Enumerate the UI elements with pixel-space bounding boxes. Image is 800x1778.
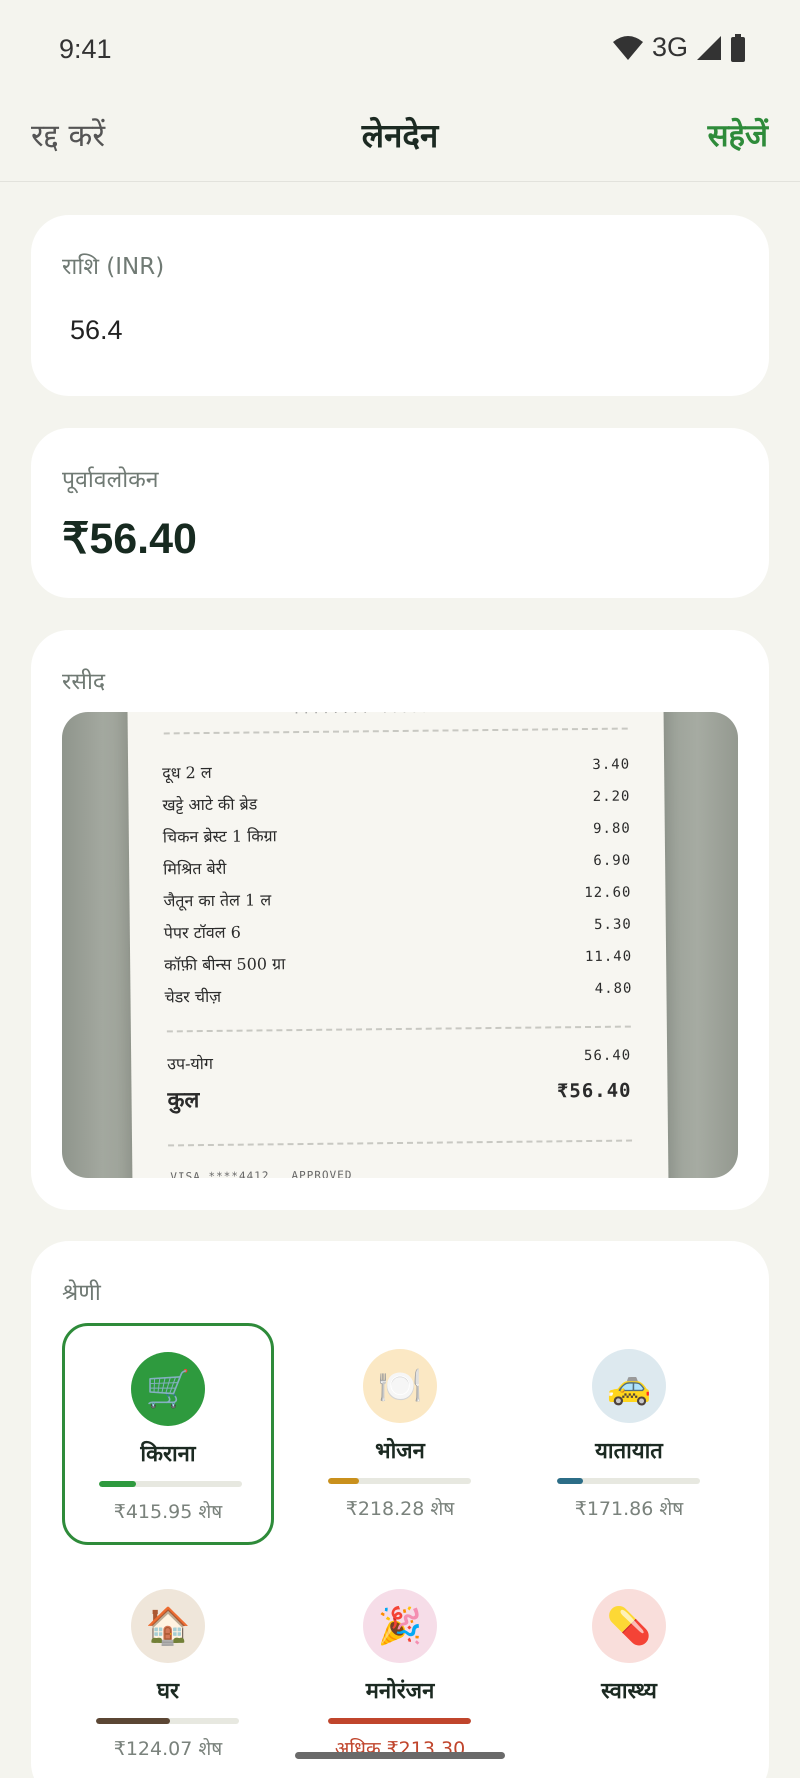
category-tile-grocery[interactable]: 🛒 किराना ₹415.95 शेष (62, 1323, 274, 1545)
receipt-divider (163, 727, 628, 735)
network-type: 3G (651, 32, 688, 62)
receipt-image[interactable]: ········ ····· ··· दूध 2 ल 3.40 खट्टे आट… (62, 712, 738, 1178)
budget-remaining: ₹218.28 शेष (345, 1498, 455, 1520)
budget-progress-bar (96, 1718, 239, 1724)
category-tile-food[interactable]: 🍽️ भोजन ₹218.28 शेष (294, 1323, 506, 1545)
receipt-divider (168, 1139, 633, 1147)
amount-card: राशि (INR) (31, 215, 769, 396)
receipt-payment: VISA ****4412 APPROVED (170, 1168, 353, 1178)
receipt-item: जैतून का तेल 1 ल 12.60 (163, 884, 632, 911)
plate-cutlery-icon: 🍽️ (363, 1349, 437, 1423)
budget-progress-fill (328, 1718, 471, 1724)
party-popper-icon: 🎉 (363, 1589, 437, 1663)
amount-input[interactable] (70, 315, 670, 346)
receipt-item: चेडर चीज़ 4.80 (164, 980, 633, 1007)
preview-card: पूर्वावलोकन ₹56.40 (31, 428, 769, 598)
receipt-item: पेपर टॉवल 6 5.30 (163, 916, 632, 943)
category-name: यातायात (595, 1439, 663, 1464)
budget-progress-fill (99, 1481, 137, 1487)
receipt-label: रसीद (62, 669, 106, 695)
receipt-item: दूध 2 ल 3.40 (162, 756, 631, 783)
budget-progress-bar (99, 1481, 242, 1487)
budget-progress-fill (328, 1478, 360, 1484)
category-card: श्रेणी 🛒 किराना ₹415.95 शेष 🍽️ भोजन ₹218… (31, 1241, 769, 1778)
status-icons: 3G (612, 32, 746, 63)
receipt-header-fragment: ········ ····· ··· (292, 712, 470, 722)
save-button[interactable]: सहेजें (708, 114, 768, 156)
category-name: स्वास्थ्य (601, 1679, 657, 1704)
preview-amount: ₹56.40 (62, 515, 197, 563)
budget-progress-bar (328, 1718, 471, 1724)
wifi-icon (612, 35, 643, 60)
budget-progress-fill (557, 1478, 583, 1484)
receipt-total: कुल ₹56.40 (167, 1079, 632, 1114)
receipt-item: चिकन ब्रेस्ट 1 किग्रा 9.80 (162, 820, 631, 847)
battery-icon (731, 33, 745, 62)
receipt-subtotal: उप-योग 56.40 (167, 1047, 632, 1074)
budget-progress-bar (557, 1478, 700, 1484)
preview-label: पूर्वावलोकन (62, 467, 159, 493)
category-tile-health[interactable]: 💊 स्वास्थ्य (523, 1563, 735, 1778)
budget-remaining: ₹171.86 शेष (574, 1498, 684, 1520)
receipt-paper: ········ ····· ··· दूध 2 ल 3.40 खट्टे आट… (127, 712, 669, 1178)
category-name: मनोरंजन (365, 1679, 435, 1704)
receipt-item: कॉफ़ी बीन्स 500 ग्रा 11.40 (164, 948, 633, 975)
category-name: घर (156, 1679, 179, 1704)
taxi-icon: 🚕 (592, 1349, 666, 1423)
status-time: 9:41 (59, 34, 112, 64)
receipt-divider (166, 1025, 631, 1033)
budget-progress-fill (96, 1718, 171, 1724)
status-bar: 9:41 3G (0, 0, 800, 100)
house-icon: 🏠 (131, 1589, 205, 1663)
budget-progress-bar (328, 1478, 471, 1484)
page-title: लेनदेन (361, 116, 439, 155)
category-tile-entertainment[interactable]: 🎉 मनोरंजन अधिक ₹213.30 (294, 1563, 506, 1778)
receipt-item: खट्टे आटे की ब्रेड 2.20 (162, 788, 631, 815)
category-tile-home[interactable]: 🏠 घर ₹124.07 शेष (62, 1563, 274, 1778)
budget-remaining: ₹124.07 शेष (113, 1738, 223, 1760)
receipt-card: रसीद ········ ····· ··· दूध 2 ल 3.40 खट्… (31, 630, 769, 1210)
category-tile-transport[interactable]: 🚕 यातायात ₹171.86 शेष (523, 1323, 735, 1545)
pill-icon: 💊 (592, 1589, 666, 1663)
shopping-cart-icon: 🛒 (131, 1352, 205, 1426)
category-label: श्रेणी (62, 1280, 101, 1306)
budget-remaining: ₹415.95 शेष (113, 1501, 223, 1523)
home-indicator[interactable] (295, 1752, 505, 1759)
app-header: रद्द करें लेनदेन सहेजें (0, 100, 800, 182)
amount-label: राशि (INR) (62, 254, 165, 280)
category-name: किराना (140, 1442, 196, 1467)
signal-icon (697, 35, 721, 60)
receipt-item: मिश्रित बेरी 6.90 (163, 852, 632, 879)
category-name: भोजन (375, 1439, 425, 1464)
